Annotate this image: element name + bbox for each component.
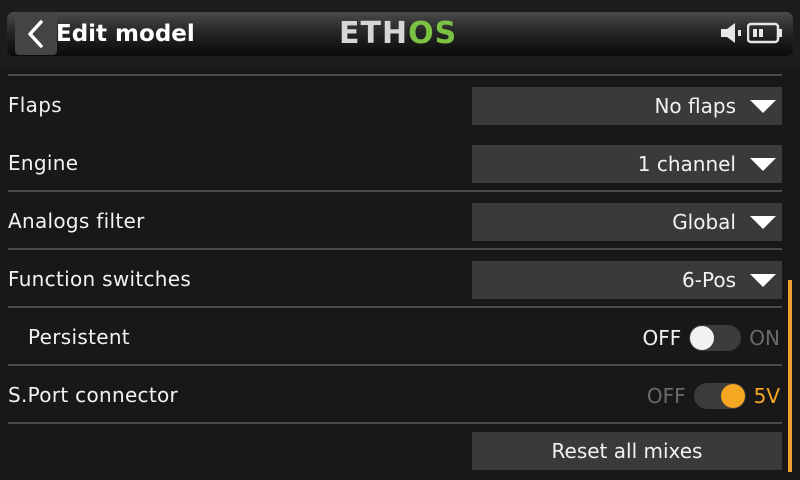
- row-flaps: Flaps No flaps: [0, 77, 782, 134]
- analogs-filter-label: Analogs filter: [8, 209, 145, 233]
- function-switches-dropdown[interactable]: 6-Pos: [472, 261, 782, 299]
- caret-down-icon: [750, 157, 776, 171]
- header: Edit model ETHOS: [0, 0, 800, 66]
- sport-connector-toggle[interactable]: OFF 5V: [647, 377, 780, 415]
- function-switches-value: 6-Pos: [682, 268, 736, 292]
- chevron-left-icon: [28, 20, 43, 48]
- divider: [8, 74, 782, 76]
- settings-list: Flaps No flaps Engine 1 channel Analogs …: [0, 66, 800, 480]
- screen: Edit model ETHOS Flaps No flaps Engine 1…: [0, 0, 800, 480]
- persistent-toggle[interactable]: OFF ON: [643, 319, 780, 357]
- persistent-on-label: ON: [749, 326, 780, 350]
- engine-value: 1 channel: [637, 152, 736, 176]
- caret-down-icon: [750, 99, 776, 113]
- persistent-label: Persistent: [28, 325, 130, 349]
- analogs-filter-dropdown[interactable]: Global: [472, 203, 782, 241]
- back-button[interactable]: [15, 13, 57, 55]
- flaps-dropdown[interactable]: No flaps: [472, 87, 782, 125]
- row-sport-connector: S.Port connector OFF 5V: [0, 367, 782, 424]
- sport-connector-label: S.Port connector: [8, 383, 179, 407]
- row-function-switches: Function switches 6-Pos: [0, 251, 782, 308]
- caret-down-icon: [750, 273, 776, 287]
- scrollbar[interactable]: [788, 280, 792, 472]
- sport-switch[interactable]: [693, 383, 746, 409]
- logo-part2: OS: [408, 16, 458, 51]
- logo-part1: ETH: [339, 16, 409, 51]
- analogs-filter-value: Global: [672, 210, 736, 234]
- row-analogs-filter: Analogs filter Global: [0, 193, 782, 250]
- ethos-logo: ETHOS: [339, 18, 457, 50]
- function-switches-label: Function switches: [8, 267, 192, 291]
- switch-knob: [720, 384, 745, 408]
- title-bar: Edit model ETHOS: [7, 12, 793, 56]
- reset-all-mixes-button[interactable]: Reset all mixes: [472, 432, 782, 470]
- flaps-label: Flaps: [8, 93, 62, 117]
- persistent-switch[interactable]: [689, 325, 742, 351]
- flaps-value: No flaps: [654, 94, 736, 118]
- sport-off-label: OFF: [646, 384, 686, 408]
- row-persistent: Persistent OFF ON: [0, 309, 782, 366]
- battery-icon: [747, 22, 782, 44]
- switch-knob: [690, 326, 715, 350]
- row-reset: Reset all mixes: [0, 422, 782, 479]
- status-icons: [719, 21, 783, 45]
- persistent-off-label: OFF: [642, 326, 682, 350]
- caret-down-icon: [750, 215, 776, 229]
- engine-dropdown[interactable]: 1 channel: [472, 145, 782, 183]
- sport-on-label: 5V: [753, 384, 780, 408]
- page-title: Edit model: [56, 21, 195, 47]
- row-engine: Engine 1 channel: [0, 135, 782, 192]
- speaker-icon[interactable]: [719, 21, 743, 45]
- engine-label: Engine: [8, 151, 79, 175]
